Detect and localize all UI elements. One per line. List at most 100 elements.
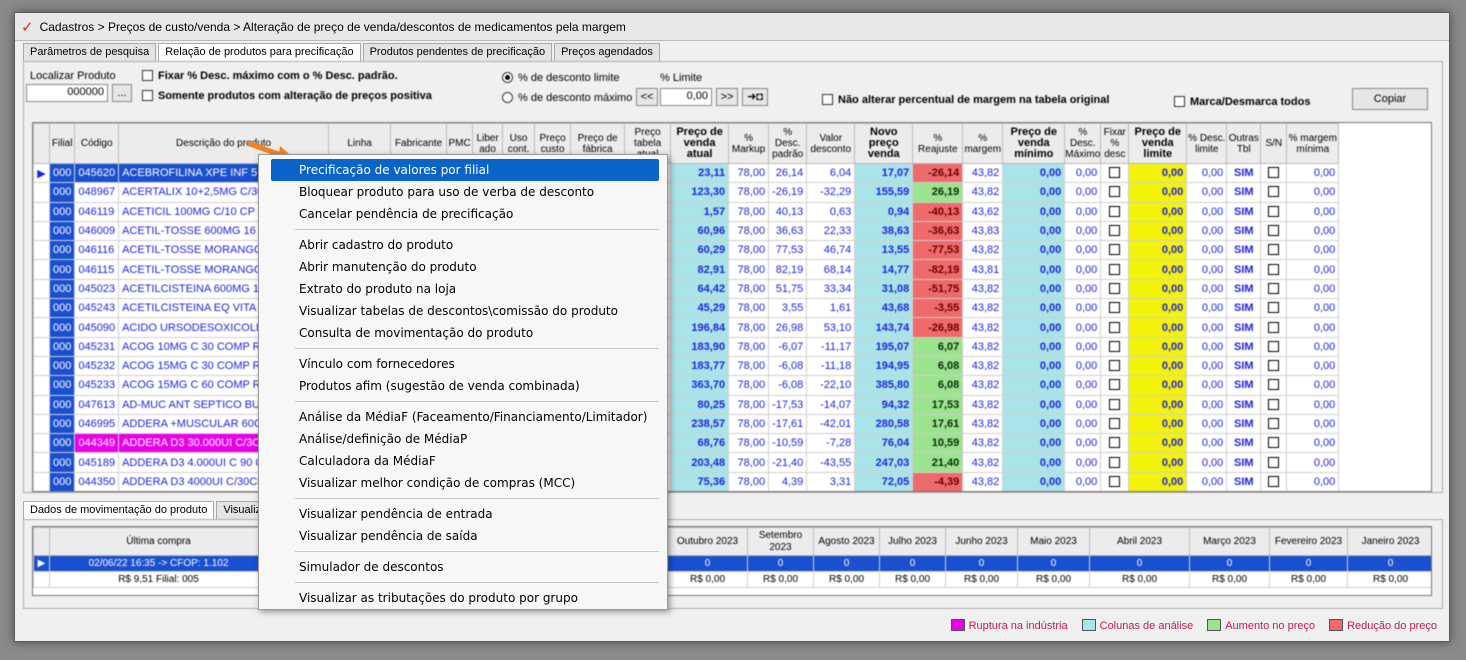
margem-cell[interactable]: 43,82 bbox=[962, 355, 1004, 377]
preco-minimo-cell[interactable]: 0,00 bbox=[1002, 452, 1066, 473]
mcol-month[interactable]: Junho 2023 bbox=[945, 527, 1018, 556]
desc-maximo-cell[interactable]: 0,00 bbox=[1064, 433, 1102, 454]
desc-maximo-cell[interactable]: 0,00 bbox=[1064, 471, 1102, 491]
novo-preco-cell[interactable]: 17,07 bbox=[854, 162, 914, 184]
markup-cell[interactable]: 78,00 bbox=[728, 201, 770, 222]
preco-venda-cell[interactable]: 1,57 bbox=[670, 201, 730, 222]
fixar-desc-checkbox[interactable] bbox=[1109, 340, 1121, 352]
table-row[interactable]: 000045233ACOG 15MG C 60 COMP REV363,7036… bbox=[33, 375, 1340, 396]
markup-cell[interactable]: 78,00 bbox=[728, 259, 770, 280]
table-row[interactable]: 000045231ACOG 10MG C 30 COMP REV183,9018… bbox=[33, 336, 1340, 357]
preco-limite-cell[interactable]: 0,00 bbox=[1128, 201, 1188, 222]
menu-item[interactable]: Cancelar pendência de precificação bbox=[259, 203, 667, 225]
margem-minima-cell[interactable]: 0,00 bbox=[1286, 298, 1340, 319]
sn-checkbox[interactable] bbox=[1268, 263, 1280, 275]
valor-desconto-cell[interactable]: 22,33 bbox=[806, 220, 856, 242]
fixar-desc-checkbox[interactable] bbox=[1109, 475, 1121, 487]
outras-tbl-cell[interactable]: SIM bbox=[1226, 471, 1262, 491]
preco-venda-cell[interactable]: 82,91 bbox=[670, 259, 730, 280]
reajuste-cell[interactable]: -51,75 bbox=[912, 278, 964, 300]
desc-padrao-cell[interactable]: 4,39 bbox=[768, 471, 808, 491]
month-value-cell[interactable]: R$ 0,00 bbox=[1017, 571, 1090, 588]
desc-padrao-cell[interactable]: -6,08 bbox=[768, 375, 808, 396]
preco-minimo-cell[interactable]: 0,00 bbox=[1002, 298, 1066, 319]
fixar-desc-checkbox[interactable] bbox=[1109, 186, 1121, 198]
mcol-ultima-compra[interactable]: Última compra bbox=[49, 527, 268, 556]
margem-cell[interactable]: 43,82 bbox=[962, 317, 1004, 338]
margem-cell[interactable]: 43,82 bbox=[962, 433, 1004, 454]
preco-minimo-cell[interactable]: 0,00 bbox=[1002, 162, 1066, 184]
desc-limite-cell[interactable]: 0,00 bbox=[1186, 240, 1228, 261]
markup-cell[interactable]: 78,00 bbox=[728, 375, 770, 396]
markup-cell[interactable]: 78,00 bbox=[728, 317, 770, 338]
month-value-cell[interactable]: R$ 0,00 bbox=[1347, 571, 1431, 588]
sn-cell[interactable] bbox=[1260, 259, 1288, 280]
desc-maximo-cell[interactable]: 0,00 bbox=[1064, 162, 1102, 184]
markup-cell[interactable]: 78,00 bbox=[728, 471, 770, 491]
margem-minima-cell[interactable]: 0,00 bbox=[1286, 162, 1340, 184]
sn-checkbox[interactable] bbox=[1268, 282, 1280, 294]
table-row[interactable]: 000045023ACETILCISTEINA 600MG 1664,4264,… bbox=[33, 278, 1340, 300]
table-row[interactable]: 000046995ADDERA +MUSCULAR 60CP238,57238,… bbox=[33, 413, 1340, 435]
fixar-desc-cell[interactable] bbox=[1100, 182, 1130, 203]
filial-cell[interactable]: 000 bbox=[48, 355, 76, 377]
desc-limite-cell[interactable]: 0,00 bbox=[1186, 278, 1228, 300]
prev-button[interactable]: << bbox=[636, 88, 658, 106]
preco-venda-cell[interactable]: 60,29 bbox=[670, 240, 730, 261]
col-header[interactable]: Preço de venda mínimo bbox=[1002, 123, 1066, 164]
ultima-valor-cell[interactable]: R$ 9,51 Filial: 005 bbox=[49, 571, 268, 588]
filial-cell[interactable]: 000 bbox=[48, 413, 76, 435]
menu-item[interactable]: Abrir manutenção do produto bbox=[259, 256, 667, 278]
desc-maximo-cell[interactable]: 0,00 bbox=[1064, 394, 1102, 415]
month-value-cell[interactable]: R$ 0,00 bbox=[945, 571, 1018, 588]
margem-cell[interactable]: 43,82 bbox=[962, 182, 1004, 203]
valor-desconto-cell[interactable]: -14,07 bbox=[806, 394, 856, 415]
margem-minima-cell[interactable]: 0,00 bbox=[1286, 240, 1340, 261]
preco-limite-cell[interactable]: 0,00 bbox=[1128, 317, 1188, 338]
outras-tbl-cell[interactable]: SIM bbox=[1226, 182, 1262, 203]
preco-venda-cell[interactable]: 45,29 bbox=[670, 298, 730, 319]
reajuste-cell[interactable]: 21,40 bbox=[912, 452, 964, 473]
desc-limite-cell[interactable]: 0,00 bbox=[1186, 452, 1228, 473]
margem-minima-cell[interactable]: 0,00 bbox=[1286, 336, 1340, 357]
mcol-month[interactable]: Setembro 2023 bbox=[747, 527, 814, 556]
outras-tbl-cell[interactable]: SIM bbox=[1226, 201, 1262, 222]
novo-preco-cell[interactable]: 72,05 bbox=[854, 471, 914, 491]
preco-limite-cell[interactable]: 0,00 bbox=[1128, 278, 1188, 300]
desc-limite-cell[interactable]: 0,00 bbox=[1186, 471, 1228, 491]
desc-maximo-cell[interactable]: 0,00 bbox=[1064, 259, 1102, 280]
fixar-desc-cell[interactable] bbox=[1100, 471, 1130, 491]
desc-maximo-cell[interactable]: 0,00 bbox=[1064, 240, 1102, 261]
marca-option[interactable]: Marca/Desmarca todos bbox=[1174, 96, 1310, 108]
desc-limite-cell[interactable]: 0,00 bbox=[1186, 336, 1228, 357]
desc-padrao-cell[interactable]: 26,14 bbox=[768, 162, 808, 184]
fixar-desc-checkbox[interactable] bbox=[1109, 205, 1121, 217]
sn-cell[interactable] bbox=[1260, 452, 1288, 473]
desc-limite-cell[interactable]: 0,00 bbox=[1186, 355, 1228, 377]
table-row[interactable]: 000048967ACERTALIX 10+2,5MG C/30123,3012… bbox=[33, 182, 1340, 203]
menu-item[interactable]: Análise/definição de MédiaP bbox=[259, 428, 667, 450]
filial-cell[interactable]: 000 bbox=[48, 298, 76, 319]
valor-desconto-cell[interactable]: -32,29 bbox=[806, 182, 856, 203]
margem-cell[interactable]: 43,83 bbox=[962, 220, 1004, 242]
tab-agendados[interactable]: Preços agendados bbox=[554, 43, 660, 61]
sn-cell[interactable] bbox=[1260, 201, 1288, 222]
desc-limite-cell[interactable]: 0,00 bbox=[1186, 394, 1228, 415]
preco-minimo-cell[interactable]: 0,00 bbox=[1002, 317, 1066, 338]
valor-desconto-cell[interactable]: -42,01 bbox=[806, 413, 856, 435]
month-qty-cell[interactable]: 0 bbox=[945, 555, 1018, 572]
markup-cell[interactable]: 78,00 bbox=[728, 433, 770, 454]
tab-pendentes[interactable]: Produtos pendentes de precificação bbox=[362, 43, 553, 61]
desc-padrao-cell[interactable]: 36,63 bbox=[768, 220, 808, 242]
month-qty-cell[interactable]: 0 bbox=[667, 555, 748, 572]
desc-padrao-cell[interactable]: 77,53 bbox=[768, 240, 808, 261]
sn-checkbox[interactable] bbox=[1268, 437, 1280, 449]
desc-limite-cell[interactable]: 0,00 bbox=[1186, 298, 1228, 319]
nao-alterar-option[interactable]: Não alterar percentual de margem na tabe… bbox=[822, 94, 1109, 106]
month-qty-cell[interactable]: 0 bbox=[1347, 555, 1431, 572]
sn-cell[interactable] bbox=[1260, 278, 1288, 300]
desc-limite-cell[interactable]: 0,00 bbox=[1186, 182, 1228, 203]
sn-cell[interactable] bbox=[1260, 336, 1288, 357]
reajuste-cell[interactable]: 17,53 bbox=[912, 394, 964, 415]
codigo-cell[interactable]: 045232 bbox=[74, 355, 120, 377]
